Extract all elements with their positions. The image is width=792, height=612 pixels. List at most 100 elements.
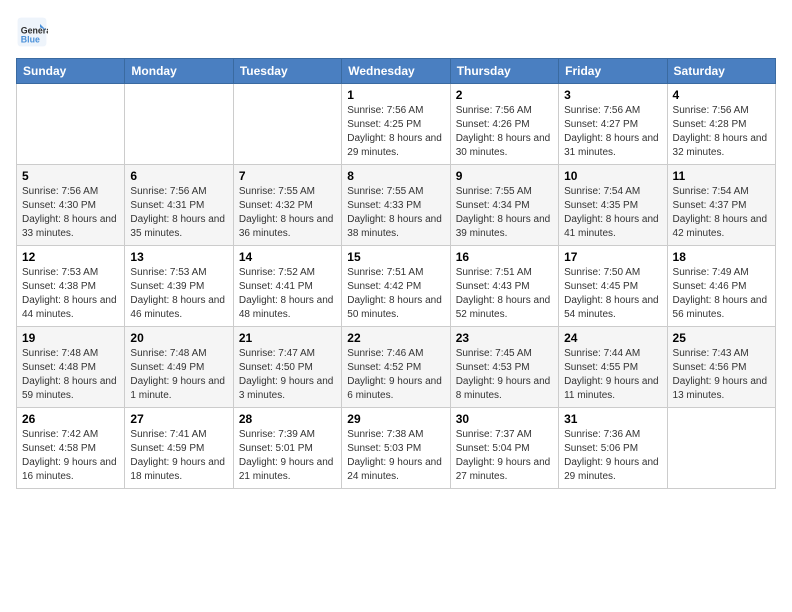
calendar-day-cell xyxy=(233,84,341,165)
day-info: Sunrise: 7:49 AM Sunset: 4:46 PM Dayligh… xyxy=(673,266,770,322)
logo: General Blue xyxy=(16,16,52,48)
calendar-day-cell: 23 Sunrise: 7:45 AM Sunset: 4:53 PM Dayli… xyxy=(450,327,558,408)
day-info: Sunrise: 7:52 AM Sunset: 4:41 PM Dayligh… xyxy=(239,266,336,322)
day-number: 14 xyxy=(239,250,336,264)
calendar-day-header: Friday xyxy=(559,59,667,84)
day-info: Sunrise: 7:54 AM Sunset: 4:35 PM Dayligh… xyxy=(564,185,661,241)
day-number: 9 xyxy=(456,169,553,183)
calendar-week-row: 1 Sunrise: 7:56 AM Sunset: 4:25 PM Daylig… xyxy=(17,84,776,165)
calendar-day-cell: 28 Sunrise: 7:39 AM Sunset: 5:01 PM Dayli… xyxy=(233,408,341,489)
day-number: 10 xyxy=(564,169,661,183)
day-number: 13 xyxy=(130,250,227,264)
day-number: 1 xyxy=(347,88,444,102)
calendar-day-cell: 20Sunrise: 7:48 AM Sunset: 4:49 PM Dayli… xyxy=(125,327,233,408)
day-number: 24 xyxy=(564,331,661,345)
day-number: 4 xyxy=(673,88,770,102)
day-info: Sunrise: 7:55 AM Sunset: 4:32 PM Dayligh… xyxy=(239,185,336,241)
day-info: Sunrise: 7:51 AM Sunset: 4:42 PM Dayligh… xyxy=(347,266,444,322)
day-number: 31 xyxy=(564,412,661,426)
day-info: Sunrise: 7:56 AM Sunset: 4:30 PM Dayligh… xyxy=(22,185,119,241)
calendar-day-cell: 16 Sunrise: 7:51 AM Sunset: 4:43 PM Dayli… xyxy=(450,246,558,327)
day-number: 2 xyxy=(456,88,553,102)
page-header: General Blue xyxy=(16,16,776,48)
day-info: Sunrise: 7:44 AM Sunset: 4:55 PM Dayligh… xyxy=(564,347,661,403)
calendar-day-cell xyxy=(17,84,125,165)
day-number: 25 xyxy=(673,331,770,345)
calendar-day-cell: 26 Sunrise: 7:42 AM Sunset: 4:58 PM Dayli… xyxy=(17,408,125,489)
calendar-day-cell: 18 Sunrise: 7:49 AM Sunset: 4:46 PM Dayli… xyxy=(667,246,775,327)
calendar-day-cell: 3 Sunrise: 7:56 AM Sunset: 4:27 PM Daylig… xyxy=(559,84,667,165)
day-info: Sunrise: 7:51 AM Sunset: 4:43 PM Dayligh… xyxy=(456,266,553,322)
calendar-day-cell: 22 Sunrise: 7:46 AM Sunset: 4:52 PM Dayli… xyxy=(342,327,450,408)
day-info: Sunrise: 7:46 AM Sunset: 4:52 PM Dayligh… xyxy=(347,347,444,403)
calendar-day-cell: 7 Sunrise: 7:55 AM Sunset: 4:32 PM Daylig… xyxy=(233,165,341,246)
day-info: Sunrise: 7:38 AM Sunset: 5:03 PM Dayligh… xyxy=(347,428,444,484)
calendar-day-header: Tuesday xyxy=(233,59,341,84)
calendar-day-cell: 13 Sunrise: 7:53 AM Sunset: 4:39 PM Dayli… xyxy=(125,246,233,327)
calendar-day-cell: 8 Sunrise: 7:55 AM Sunset: 4:33 PM Daylig… xyxy=(342,165,450,246)
day-number: 5 xyxy=(22,169,119,183)
day-info: Sunrise: 7:56 AM Sunset: 4:25 PM Dayligh… xyxy=(347,104,444,160)
calendar-day-cell: 30 Sunrise: 7:37 AM Sunset: 5:04 PM Dayli… xyxy=(450,408,558,489)
day-info: Sunrise: 7:43 AM Sunset: 4:56 PM Dayligh… xyxy=(673,347,770,403)
calendar-table: SundayMondayTuesdayWednesdayThursdayFrid… xyxy=(16,58,776,489)
day-info: Sunrise: 7:56 AM Sunset: 4:27 PM Dayligh… xyxy=(564,104,661,160)
calendar-day-cell: 2 Sunrise: 7:56 AM Sunset: 4:26 PM Daylig… xyxy=(450,84,558,165)
day-info: Sunrise: 7:42 AM Sunset: 4:58 PM Dayligh… xyxy=(22,428,119,484)
day-info: Sunrise: 7:48 AM Sunset: 4:48 PM Dayligh… xyxy=(22,347,119,403)
day-info: Sunrise: 7:55 AM Sunset: 4:33 PM Dayligh… xyxy=(347,185,444,241)
day-info: Sunrise: 7:56 AM Sunset: 4:26 PM Dayligh… xyxy=(456,104,553,160)
calendar-day-cell: 1 Sunrise: 7:56 AM Sunset: 4:25 PM Daylig… xyxy=(342,84,450,165)
day-number: 8 xyxy=(347,169,444,183)
calendar-day-cell: 12 Sunrise: 7:53 AM Sunset: 4:38 PM Dayli… xyxy=(17,246,125,327)
day-number: 20 xyxy=(130,331,227,345)
day-info: Sunrise: 7:53 AM Sunset: 4:39 PM Dayligh… xyxy=(130,266,227,322)
calendar-day-cell: 24 Sunrise: 7:44 AM Sunset: 4:55 PM Dayli… xyxy=(559,327,667,408)
day-info: Sunrise: 7:55 AM Sunset: 4:34 PM Dayligh… xyxy=(456,185,553,241)
day-number: 22 xyxy=(347,331,444,345)
day-info: Sunrise: 7:37 AM Sunset: 5:04 PM Dayligh… xyxy=(456,428,553,484)
calendar-week-row: 26 Sunrise: 7:42 AM Sunset: 4:58 PM Dayli… xyxy=(17,408,776,489)
day-info: Sunrise: 7:39 AM Sunset: 5:01 PM Dayligh… xyxy=(239,428,336,484)
calendar-day-cell xyxy=(125,84,233,165)
day-number: 7 xyxy=(239,169,336,183)
calendar-week-row: 19 Sunrise: 7:48 AM Sunset: 4:48 PM Dayli… xyxy=(17,327,776,408)
day-info: Sunrise: 7:45 AM Sunset: 4:53 PM Dayligh… xyxy=(456,347,553,403)
day-number: 18 xyxy=(673,250,770,264)
day-number: 23 xyxy=(456,331,553,345)
calendar-day-cell: 5 Sunrise: 7:56 AM Sunset: 4:30 PM Daylig… xyxy=(17,165,125,246)
day-number: 27 xyxy=(130,412,227,426)
day-number: 3 xyxy=(564,88,661,102)
calendar-day-cell: 27Sunrise: 7:41 AM Sunset: 4:59 PM Dayli… xyxy=(125,408,233,489)
day-number: 19 xyxy=(22,331,119,345)
day-number: 21 xyxy=(239,331,336,345)
day-number: 30 xyxy=(456,412,553,426)
day-number: 16 xyxy=(456,250,553,264)
calendar-day-cell: 14 Sunrise: 7:52 AM Sunset: 4:41 PM Dayli… xyxy=(233,246,341,327)
day-number: 12 xyxy=(22,250,119,264)
day-number: 26 xyxy=(22,412,119,426)
day-info: Sunrise: 7:56 AM Sunset: 4:28 PM Dayligh… xyxy=(673,104,770,160)
calendar-day-cell: 10 Sunrise: 7:54 AM Sunset: 4:35 PM Dayli… xyxy=(559,165,667,246)
calendar-body: 1 Sunrise: 7:56 AM Sunset: 4:25 PM Daylig… xyxy=(17,84,776,489)
day-number: 6 xyxy=(130,169,227,183)
day-number: 29 xyxy=(347,412,444,426)
calendar-header-row: SundayMondayTuesdayWednesdayThursdayFrid… xyxy=(17,59,776,84)
day-info: Sunrise: 7:54 AM Sunset: 4:37 PM Dayligh… xyxy=(673,185,770,241)
calendar-week-row: 5 Sunrise: 7:56 AM Sunset: 4:30 PM Daylig… xyxy=(17,165,776,246)
calendar-day-cell: 15Sunrise: 7:51 AM Sunset: 4:42 PM Dayli… xyxy=(342,246,450,327)
day-info: Sunrise: 7:56 AM Sunset: 4:31 PM Dayligh… xyxy=(130,185,227,241)
calendar-day-cell: 19 Sunrise: 7:48 AM Sunset: 4:48 PM Dayli… xyxy=(17,327,125,408)
calendar-week-row: 12 Sunrise: 7:53 AM Sunset: 4:38 PM Dayli… xyxy=(17,246,776,327)
day-info: Sunrise: 7:53 AM Sunset: 4:38 PM Dayligh… xyxy=(22,266,119,322)
calendar-day-cell: 11Sunrise: 7:54 AM Sunset: 4:37 PM Dayli… xyxy=(667,165,775,246)
day-number: 28 xyxy=(239,412,336,426)
day-number: 17 xyxy=(564,250,661,264)
day-info: Sunrise: 7:36 AM Sunset: 5:06 PM Dayligh… xyxy=(564,428,661,484)
day-info: Sunrise: 7:50 AM Sunset: 4:45 PM Dayligh… xyxy=(564,266,661,322)
calendar-day-cell xyxy=(667,408,775,489)
calendar-day-cell: 17 Sunrise: 7:50 AM Sunset: 4:45 PM Dayli… xyxy=(559,246,667,327)
calendar-day-header: Saturday xyxy=(667,59,775,84)
calendar-day-header: Thursday xyxy=(450,59,558,84)
calendar-day-cell: 4 Sunrise: 7:56 AM Sunset: 4:28 PM Daylig… xyxy=(667,84,775,165)
